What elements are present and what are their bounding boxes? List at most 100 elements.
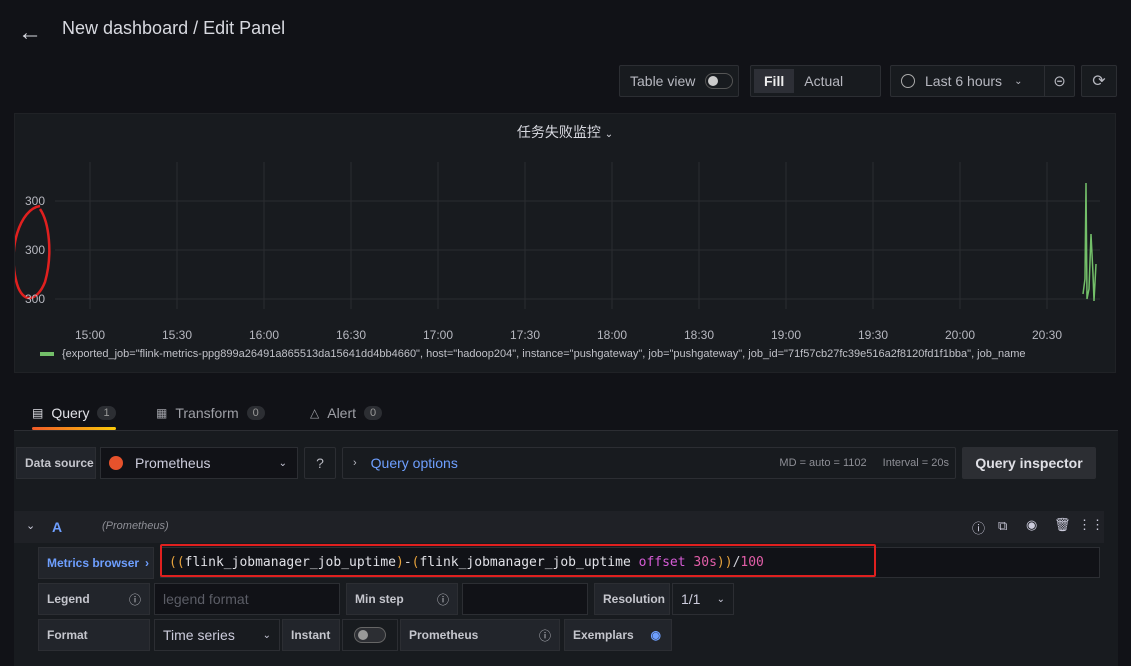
tab-query-label: Query [51,405,90,421]
duplicate-icon[interactable]: ⧉ [998,518,1007,534]
datasource-picker[interactable]: Prometheus ⌄ [100,447,298,479]
instant-label: Instant [282,619,340,651]
collapse-icon[interactable]: ⌄ [26,519,35,532]
eye-icon[interactable]: ◉ [1026,517,1037,533]
refresh-icon[interactable]: ⟳ [1081,65,1117,97]
time-range-picker[interactable]: Last 6 hours ⌄ ⊝ [890,65,1075,97]
chevron-right-icon: › [353,457,357,469]
fill-button[interactable]: Fill [754,69,795,93]
x-tick-label: 18:00 [596,328,628,342]
md-info: MD = auto = 1102 [779,457,867,469]
tab-alert-label: Alert [327,405,357,421]
tab-transform[interactable]: ▦ Transform 0 [156,398,265,428]
expr-operator: - [403,555,412,570]
x-tick-label: 18:30 [683,328,715,342]
format-value: Time series [163,627,235,643]
legend-format-input[interactable]: legend format [154,583,340,615]
expr-metric: flink_jobmanager_job_uptime [184,555,396,570]
x-tick-label: 15:00 [74,328,106,342]
legend-option-label: Legend ⓘ [38,583,150,615]
x-tick-label: 16:00 [248,328,280,342]
exemplars-label: Exemplars [573,628,634,642]
info-icon: ⓘ [128,592,141,607]
info-icon: ⓘ [538,628,551,643]
y-tick-label: 300 [25,292,46,306]
clock-icon [901,74,915,88]
x-tick-label: 15:30 [161,328,193,342]
expr-operator: / [732,555,741,570]
chevron-right-icon: › [145,556,150,570]
datasource-value: Prometheus [135,455,211,471]
resolution-select[interactable]: 1/1 ⌄ [672,583,734,615]
format-select[interactable]: Time series ⌄ [154,619,280,651]
y-tick-label: 300 [25,243,46,257]
help-icon[interactable]: ⓘ [972,518,985,537]
min-step-input[interactable] [462,583,588,615]
interval-info: Interval = 20s [882,457,949,469]
expr-metric: flink_jobmanager_job_uptime [419,555,631,570]
instant-toggle[interactable] [354,627,386,643]
expr-duration: 30s [693,555,717,570]
prometheus-type-label: Prometheus [409,628,479,642]
trash-icon[interactable]: 🗑 [1054,517,1071,533]
prometheus-type-option: Prometheus ⓘ [400,619,560,651]
drag-handle-icon[interactable]: ⋮⋮ [1078,517,1104,533]
chevron-down-icon: ⌄ [262,629,271,641]
time-range-label: Last 6 hours [925,73,1003,89]
instant-toggle-wrapper [342,619,398,651]
legend-label: Legend [47,592,90,606]
chevron-down-icon: ⌄ [278,457,287,469]
x-tick-label: 19:00 [770,328,802,342]
query-row-header: ⌄ A (Prometheus) ⓘ ⧉ ◉ 🗑 ⋮⋮ [14,511,1104,543]
table-view-toggle[interactable]: Table view [619,65,739,97]
expr-number: 100 [740,555,764,570]
chevron-down-icon: ⌄ [1014,75,1023,87]
graph-panel: 任务失败监控 ⌄ 300 300 300 15:00 15:30 16:00 16:3… [14,113,1116,373]
min-step-label: Min step [355,592,404,606]
query-options-label: Query options [370,455,458,471]
expr-keyword: offset [638,555,686,570]
tab-query[interactable]: ▤ Query 1 [32,398,116,430]
query-letter[interactable]: A [52,519,62,535]
expr-paren: ( [411,555,420,570]
expr-paren: (( [169,555,185,570]
zoom-out-icon[interactable]: ⊝ [1044,66,1074,96]
query-inspector-button[interactable]: Query inspector [962,447,1096,479]
resolution-value: 1/1 [681,591,701,607]
query-expression-input[interactable]: ((flink_jobmanager_job_uptime) -(flink_jo… [160,547,1100,578]
resolution-label: Resolution [594,583,670,615]
tab-transform-label: Transform [175,405,239,421]
metrics-browser-button[interactable]: Metrics browser › [38,547,154,579]
query-source: (Prometheus) [102,520,169,532]
x-tick-label: 17:30 [509,328,541,342]
info-icon: ⓘ [436,592,449,607]
legend-text: {exported_job="flink-metrics-ppg899a2649… [62,348,1026,360]
bell-icon: △ [310,406,320,420]
x-tick-label: 20:30 [1031,328,1063,342]
datasource-label: Data source [16,447,96,479]
page-title: New dashboard / Edit Panel [62,18,286,38]
format-label: Format [38,619,150,651]
legend-item[interactable]: {exported_job="flink-metrics-ppg899a2649… [40,348,1110,360]
min-step-option-label: Min step ⓘ [346,583,458,615]
tab-count-badge: 0 [364,406,383,420]
x-tick-label: 16:30 [335,328,367,342]
actual-button[interactable]: Actual [794,69,853,93]
expr-paren: )) [716,555,733,570]
table-view-switch[interactable] [705,73,734,89]
eye-icon[interactable]: ◉ [651,628,661,642]
fill-actual-group: Fill Actual [750,65,881,97]
query-options-bar[interactable]: › Query options MD = auto = 1102 Interva… [342,447,956,479]
x-tick-label: 20:00 [944,328,976,342]
help-icon[interactable]: ? [304,447,336,479]
transform-icon: ▦ [156,406,168,420]
back-arrow-icon[interactable]: ← [18,20,46,46]
exemplars-option: Exemplars ◉ [564,619,672,651]
chevron-down-icon: ⌄ [716,593,725,605]
y-tick-label: 300 [25,194,46,208]
x-tick-label: 19:30 [857,328,889,342]
tab-count-badge: 0 [246,406,265,420]
legend-placeholder: legend format [163,591,249,607]
database-icon: ▤ [32,406,44,420]
tab-alert[interactable]: △ Alert 0 [310,398,383,428]
